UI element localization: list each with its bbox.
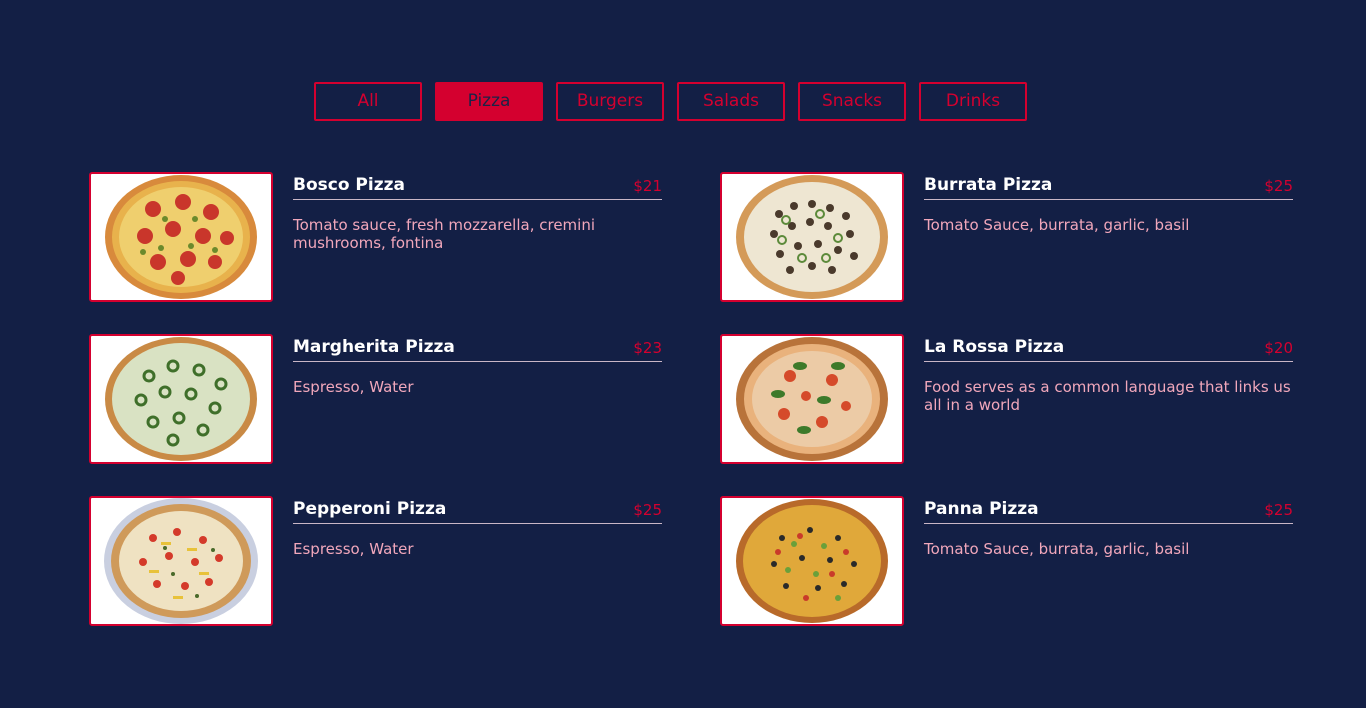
menu-item: Pepperoni Pizza $25 Espresso, Water xyxy=(89,496,662,626)
item-name: Burrata Pizza xyxy=(924,175,1053,195)
item-info: Panna Pizza $25 Tomato Sauce, burrata, g… xyxy=(924,496,1293,625)
item-price: $21 xyxy=(633,177,662,195)
item-info: La Rossa Pizza $20 Food serves as a comm… xyxy=(924,334,1293,463)
pizza-image xyxy=(89,334,273,464)
item-name: Bosco Pizza xyxy=(293,175,405,195)
menu-item: Margherita Pizza $23 Espresso, Water xyxy=(89,334,662,464)
menu-item: Panna Pizza $25 Tomato Sauce, burrata, g… xyxy=(720,496,1293,626)
tab-salads[interactable]: Salads xyxy=(677,82,785,121)
item-header: Pepperoni Pizza $25 xyxy=(293,499,662,524)
item-description: Tomato Sauce, burrata, garlic, basil xyxy=(924,216,1190,234)
item-info: Bosco Pizza $21 Tomato sauce, fresh mozz… xyxy=(293,172,662,301)
tab-pizza[interactable]: Pizza xyxy=(435,82,543,121)
item-header: Panna Pizza $25 xyxy=(924,499,1293,524)
item-name: La Rossa Pizza xyxy=(924,337,1065,357)
item-description: Espresso, Water xyxy=(293,540,414,558)
item-description: Food serves as a common language that li… xyxy=(924,378,1291,414)
item-price: $23 xyxy=(633,339,662,357)
tab-burgers[interactable]: Burgers xyxy=(556,82,664,121)
pizza-image xyxy=(720,496,904,626)
tab-all[interactable]: All xyxy=(314,82,422,121)
menu-item: Burrata Pizza $25 Tomato Sauce, burrata,… xyxy=(720,172,1293,302)
item-info: Pepperoni Pizza $25 Espresso, Water xyxy=(293,496,662,625)
item-info: Burrata Pizza $25 Tomato Sauce, burrata,… xyxy=(924,172,1293,301)
item-header: Burrata Pizza $25 xyxy=(924,175,1293,200)
item-description: Tomato sauce, fresh mozzarella, cremini … xyxy=(293,216,596,252)
pizza-image xyxy=(720,334,904,464)
item-description: Tomato Sauce, burrata, garlic, basil xyxy=(924,540,1190,558)
pizza-image xyxy=(89,172,273,302)
pizza-image xyxy=(720,172,904,302)
tab-drinks[interactable]: Drinks xyxy=(919,82,1027,121)
item-name: Margherita Pizza xyxy=(293,337,455,357)
item-price: $25 xyxy=(1264,501,1293,519)
item-price: $25 xyxy=(1264,177,1293,195)
item-name: Pepperoni Pizza xyxy=(293,499,447,519)
tab-snacks[interactable]: Snacks xyxy=(798,82,906,121)
pizza-image xyxy=(89,496,273,626)
category-tabs: All Pizza Burgers Salads Snacks Drinks xyxy=(314,82,1027,121)
menu-item: Bosco Pizza $21 Tomato sauce, fresh mozz… xyxy=(89,172,662,302)
item-price: $25 xyxy=(633,501,662,519)
item-name: Panna Pizza xyxy=(924,499,1039,519)
item-header: La Rossa Pizza $20 xyxy=(924,337,1293,362)
menu-item: La Rossa Pizza $20 Food serves as a comm… xyxy=(720,334,1293,464)
item-header: Margherita Pizza $23 xyxy=(293,337,662,362)
item-header: Bosco Pizza $21 xyxy=(293,175,662,200)
item-price: $20 xyxy=(1264,339,1293,357)
menu-list: Bosco Pizza $21 Tomato sauce, fresh mozz… xyxy=(89,172,1293,626)
item-info: Margherita Pizza $23 Espresso, Water xyxy=(293,334,662,463)
item-description: Espresso, Water xyxy=(293,378,414,396)
